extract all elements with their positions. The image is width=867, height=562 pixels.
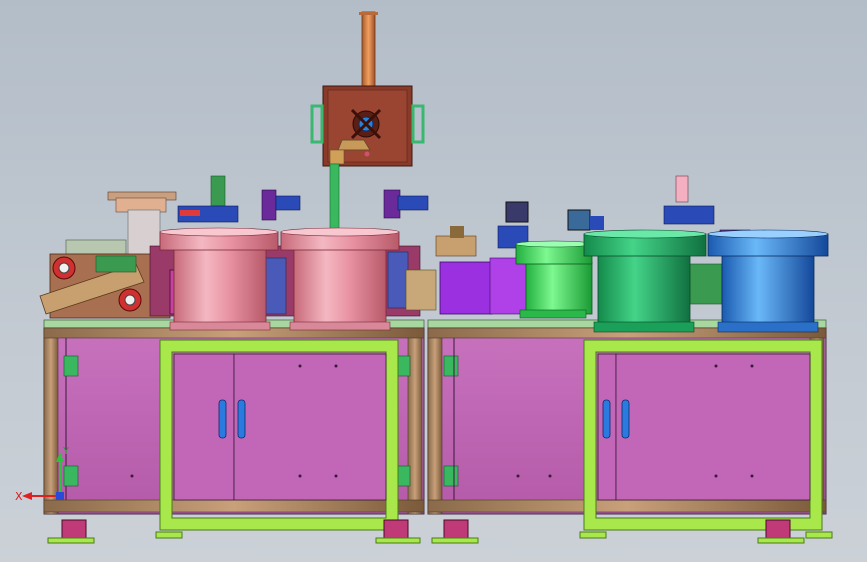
- light-green-vibratory-bowl[interactable]: [515, 240, 593, 319]
- axis-x-label: X: [15, 490, 23, 503]
- blue-vibratory-bowl[interactable]: [707, 229, 829, 333]
- door-handle-icon[interactable]: [621, 399, 630, 439]
- pink-vibratory-bowl-right[interactable]: [280, 227, 400, 331]
- vertical-feed-pipe: [359, 11, 378, 89]
- top-actuator-block[interactable]: [310, 85, 425, 167]
- door-handle-icon[interactable]: [237, 399, 246, 439]
- leveling-feet: [155, 531, 833, 539]
- green-drop-tube: [329, 163, 340, 233]
- cad-assembly-viewport[interactable]: X Y: [0, 0, 867, 562]
- dark-green-vibratory-bowl[interactable]: [583, 229, 707, 333]
- door-handle-icon[interactable]: [602, 399, 611, 439]
- axis-y-label: Y: [62, 446, 70, 457]
- caster-wheel-icon: [47, 519, 95, 544]
- door-handle-icon[interactable]: [218, 399, 227, 439]
- caster-wheel-icon: [431, 519, 479, 544]
- pink-vibratory-bowl-left[interactable]: [159, 227, 279, 331]
